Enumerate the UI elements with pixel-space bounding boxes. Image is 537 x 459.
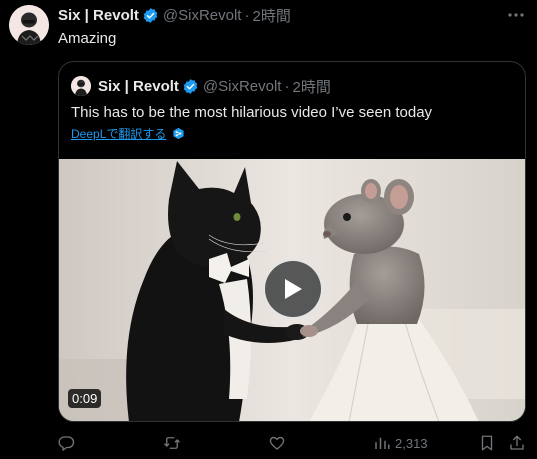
tweet[interactable]: Six | Revolt @SixRevolt · 2時間 Amazing Si… bbox=[0, 0, 537, 459]
separator-dot: · bbox=[284, 77, 290, 95]
author-name[interactable]: Six | Revolt bbox=[58, 7, 139, 24]
avatar[interactable] bbox=[9, 5, 49, 45]
verified-icon bbox=[182, 78, 199, 95]
share-button[interactable] bbox=[508, 433, 526, 453]
like-button[interactable] bbox=[268, 433, 286, 453]
bookmark-button[interactable] bbox=[478, 433, 496, 453]
bookmark-icon bbox=[481, 435, 493, 451]
separator-dot: · bbox=[244, 6, 250, 24]
reply-icon bbox=[58, 436, 75, 451]
like-icon bbox=[269, 436, 285, 450]
quote-author-name: Six | Revolt bbox=[98, 77, 179, 95]
views-button[interactable]: 2,313 bbox=[373, 433, 428, 453]
retweet-button[interactable] bbox=[163, 433, 181, 453]
tweet-header: Six | Revolt @SixRevolt · 2時間 bbox=[58, 5, 291, 25]
quote-author-handle: @SixRevolt bbox=[202, 77, 282, 95]
quoted-tweet[interactable]: Six | Revolt @SixRevolt · 2時間 This has t… bbox=[58, 61, 526, 422]
video-player[interactable]: 0:09 bbox=[59, 159, 525, 421]
quote-text: This has to be the most hilarious video … bbox=[71, 104, 433, 121]
verified-icon bbox=[142, 7, 159, 24]
reply-button[interactable] bbox=[57, 433, 75, 453]
video-duration: 0:09 bbox=[68, 389, 102, 408]
quote-timestamp: 2時間 bbox=[292, 78, 331, 96]
translate-label[interactable]: DeepLで翻訳する bbox=[71, 125, 166, 142]
deepl-icon bbox=[172, 127, 185, 140]
play-icon bbox=[285, 279, 302, 299]
retweet-icon bbox=[164, 437, 180, 449]
views-count: 2,313 bbox=[395, 435, 428, 451]
play-button[interactable] bbox=[263, 259, 323, 319]
tweet-text: Amazing bbox=[58, 30, 117, 47]
share-icon bbox=[510, 435, 524, 450]
author-handle[interactable]: @SixRevolt bbox=[163, 7, 242, 24]
quote-avatar[interactable] bbox=[71, 76, 91, 96]
views-icon bbox=[375, 437, 390, 449]
quote-header: Six | Revolt @SixRevolt · 2時間 bbox=[98, 76, 331, 96]
action-bar: 2,313 bbox=[0, 430, 537, 456]
more-icon[interactable] bbox=[505, 6, 527, 24]
translate-link[interactable]: DeepLで翻訳する bbox=[71, 125, 185, 142]
timestamp[interactable]: 2時間 bbox=[252, 5, 290, 26]
